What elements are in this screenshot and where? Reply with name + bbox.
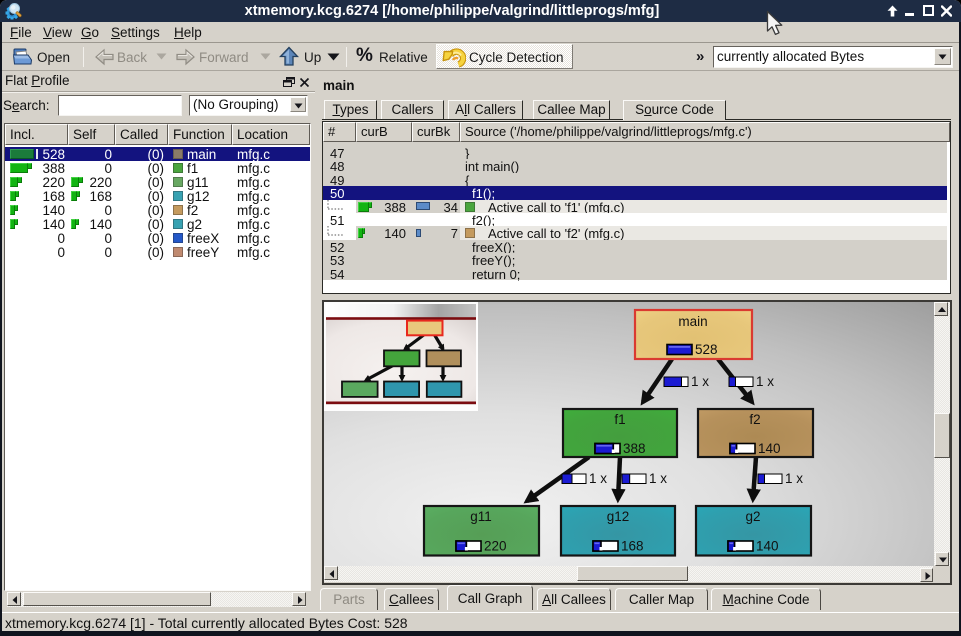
svg-text:main: main xyxy=(678,314,707,329)
svg-text:1 x: 1 x xyxy=(785,471,803,486)
svg-text:168: 168 xyxy=(621,539,644,554)
svg-text:1 x: 1 x xyxy=(649,471,667,486)
svg-text:140: 140 xyxy=(756,539,779,554)
svg-text:220: 220 xyxy=(484,539,507,554)
svg-text:g2: g2 xyxy=(745,509,760,524)
svg-text:1 x: 1 x xyxy=(756,374,774,389)
svg-text:1 x: 1 x xyxy=(691,374,709,389)
svg-text:1 x: 1 x xyxy=(589,471,607,486)
svg-text:f1: f1 xyxy=(614,412,625,427)
svg-text:388: 388 xyxy=(623,441,646,456)
svg-text:140: 140 xyxy=(758,441,781,456)
svg-text:f2: f2 xyxy=(749,412,760,427)
svg-text:g11: g11 xyxy=(470,509,492,524)
svg-text:g12: g12 xyxy=(607,509,630,524)
svg-text:528: 528 xyxy=(695,342,718,357)
